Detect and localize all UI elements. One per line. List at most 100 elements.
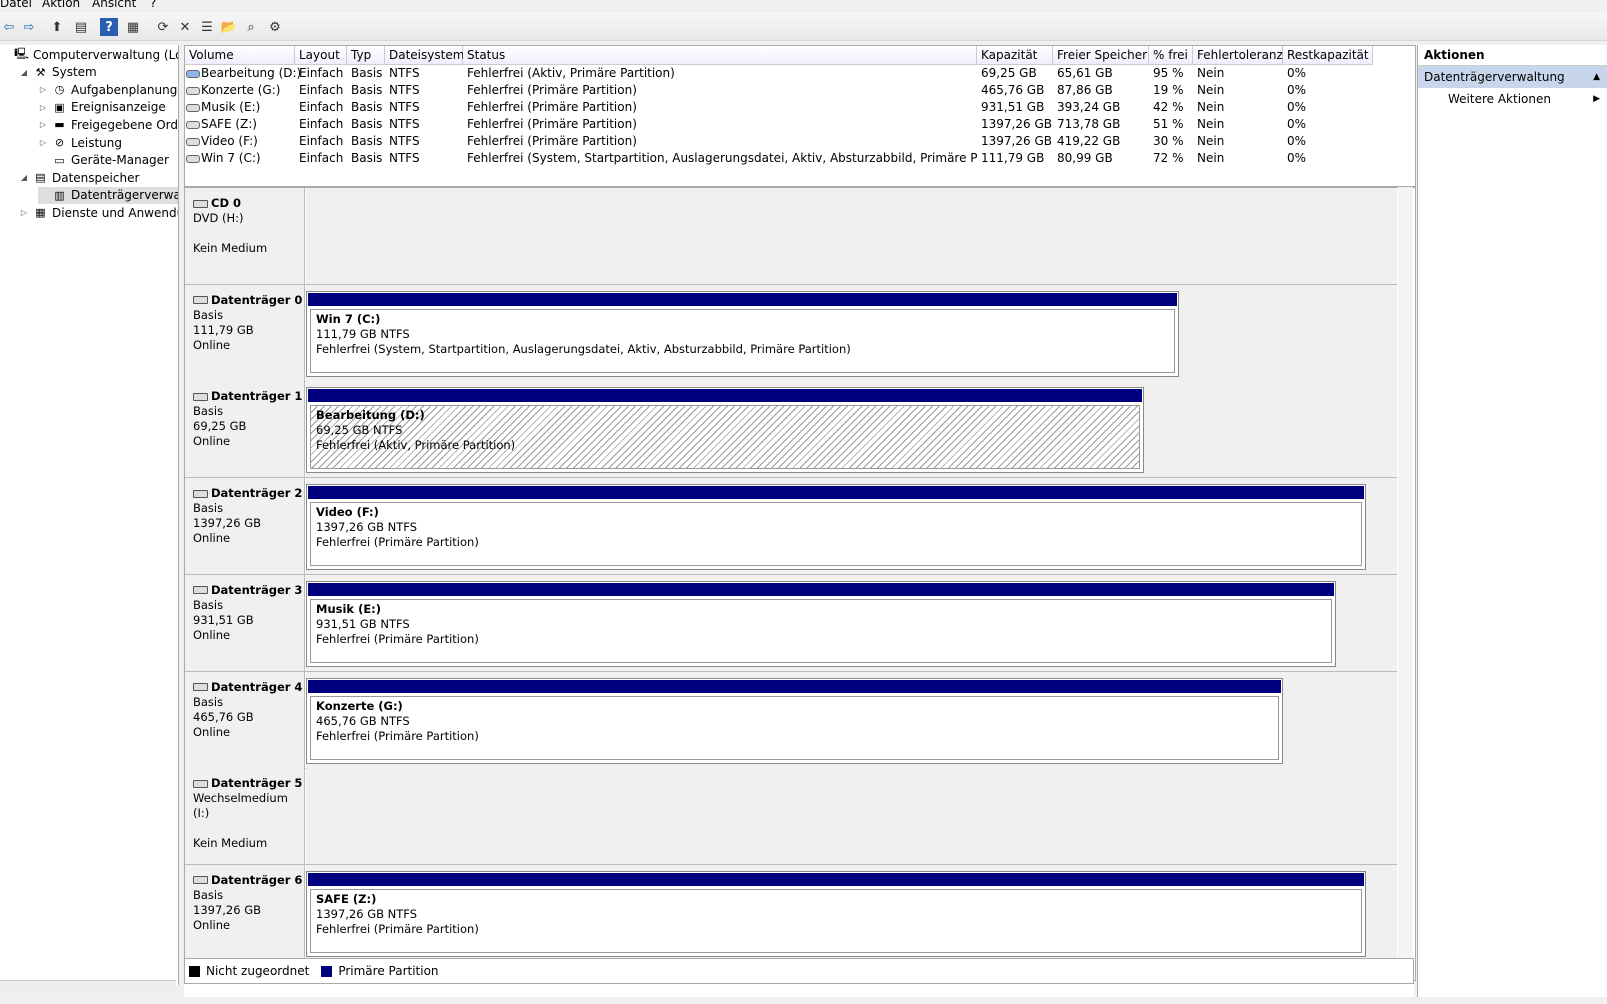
disk-row[interactable]: Datenträger 5 Wechselmedium (I:) Kein Medi… bbox=[185, 768, 1397, 866]
disk-info-line1: Basis bbox=[193, 597, 224, 612]
column-header-4[interactable]: Status bbox=[463, 46, 977, 65]
tree-item-0[interactable]: 🖳 Computerverwaltung (Lokal) bbox=[0, 46, 178, 63]
table-row[interactable]: SAFE (Z:) Einfach Basis NTFS Fehlerfrei (Pri… bbox=[185, 117, 1415, 134]
disk-row[interactable]: Datenträger 2 Basis 1397,26 GB Online Video … bbox=[185, 478, 1397, 576]
tree-item-9[interactable]: ▷ ▦ Dienste und Anwendunge bbox=[19, 204, 178, 221]
table-cell: Einfach bbox=[299, 100, 347, 114]
partition-details: Bearbeitung (D:) 69,25 GB NTFS Fehlerfrei … bbox=[310, 405, 1140, 470]
legend-primary-label: Primäre Partition bbox=[338, 964, 439, 978]
table-cell: 95 % bbox=[1153, 66, 1193, 80]
disk-label[interactable]: Datenträger 6 Basis 1397,26 GB Online bbox=[185, 864, 305, 961]
search-icon[interactable]: ⌕ bbox=[242, 18, 260, 36]
expander-icon[interactable]: ▷ bbox=[38, 85, 48, 94]
tree-item-2[interactable]: ▷ ◷ Aufgabenplanung bbox=[38, 81, 177, 98]
refresh-icon[interactable]: ⟳ bbox=[154, 18, 172, 36]
partition-block[interactable]: Bearbeitung (D:) 69,25 GB NTFS Fehlerfrei … bbox=[306, 387, 1144, 474]
column-header-0[interactable]: Volume bbox=[185, 46, 295, 65]
tree-item-3[interactable]: ▷ ▣ Ereignisanzeige bbox=[38, 99, 166, 116]
column-header-8[interactable]: Fehlertoleranz bbox=[1193, 46, 1283, 65]
menu-0[interactable]: Datei bbox=[0, 0, 32, 10]
drive-icon bbox=[186, 87, 200, 95]
drive-icon bbox=[186, 138, 200, 146]
table-cell: Basis bbox=[351, 100, 385, 114]
disk-row[interactable]: Datenträger 1 Basis 69,25 GB Online Bearbeit… bbox=[185, 381, 1397, 479]
up-icon[interactable]: ⬆ bbox=[48, 18, 66, 36]
cell-text: 30 % bbox=[1153, 134, 1184, 148]
disk-label[interactable]: CD 0 DVD (H:) Kein Medium bbox=[185, 188, 305, 284]
disk-label[interactable]: Datenträger 5 Wechselmedium (I:) Kein Medi… bbox=[185, 768, 305, 865]
expander-icon[interactable]: ▷ bbox=[38, 120, 48, 129]
column-header-1[interactable]: Layout bbox=[295, 46, 347, 65]
tree-item-4[interactable]: ▷ ▬ Freigegebene Ordner bbox=[38, 116, 178, 133]
cell-text: Nein bbox=[1197, 117, 1225, 131]
tree-item-7[interactable]: ◢ ▤ Datenspeicher bbox=[19, 169, 139, 186]
column-header-6[interactable]: Freier Speicher bbox=[1053, 46, 1149, 65]
disk-view-scrollbar[interactable] bbox=[1398, 187, 1413, 979]
tree-item-1[interactable]: ◢ ⚒ System bbox=[19, 64, 97, 81]
cell-text: 1397,26 GB bbox=[981, 134, 1052, 148]
table-cell: 0% bbox=[1287, 66, 1373, 80]
settings-icon[interactable]: ⚙ bbox=[266, 18, 284, 36]
menu-1[interactable]: Aktion bbox=[42, 0, 80, 10]
delete-icon[interactable]: ✕ bbox=[176, 18, 194, 36]
partition-block[interactable]: Win 7 (C:) 111,79 GB NTFS Fehlerfrei (Syst… bbox=[306, 290, 1179, 377]
tree-icon[interactable]: ▤ bbox=[72, 18, 90, 36]
disk-row[interactable]: Datenträger 0 Basis 111,79 GB Online Win 7 (… bbox=[185, 284, 1397, 382]
expander-icon[interactable]: ◢ bbox=[19, 68, 29, 77]
column-header-9[interactable]: Restkapazität bbox=[1283, 46, 1373, 65]
table-row[interactable]: Win 7 (C:) Einfach Basis NTFS Fehlerfrei (Sy… bbox=[185, 151, 1415, 168]
disk-row[interactable]: Datenträger 4 Basis 465,76 GB Online Konzert… bbox=[185, 671, 1397, 769]
column-header-7[interactable]: % frei bbox=[1149, 46, 1193, 65]
disk-row[interactable]: Datenträger 3 Basis 931,51 GB Online Musik (… bbox=[185, 574, 1397, 672]
back-icon[interactable]: ⇦ bbox=[0, 18, 18, 36]
disk-info-line3: Online bbox=[193, 434, 231, 449]
properties-icon[interactable]: ☰ bbox=[198, 18, 216, 36]
table-cell: 465,76 GB bbox=[981, 83, 1053, 97]
tree-item-label: Geräte-Manager bbox=[71, 153, 169, 168]
open-icon[interactable]: 📂 bbox=[220, 18, 238, 36]
disk-row[interactable]: Datenträger 6 Basis 1397,26 GB Online SAFE (… bbox=[185, 864, 1397, 962]
more-actions-item[interactable]: Weitere Aktionen ▶ bbox=[1418, 88, 1607, 110]
partition-block[interactable]: Konzerte (G:) 465,76 GB NTFS Fehlerfrei (P… bbox=[306, 677, 1283, 764]
partition-block[interactable]: Musik (E:) 931,51 GB NTFS Fehlerfrei (Prim… bbox=[306, 580, 1336, 667]
table-cell: Nein bbox=[1197, 83, 1283, 97]
tree-horizontal-scrollbar[interactable] bbox=[0, 980, 176, 996]
partition-status: Fehlerfrei (Primäre Partition) bbox=[316, 921, 479, 936]
expander-icon[interactable]: ▷ bbox=[38, 138, 48, 147]
cell-text: 65,61 GB bbox=[1057, 66, 1113, 80]
column-header-5[interactable]: Kapazität bbox=[977, 46, 1053, 65]
panel-icon[interactable]: ▦ bbox=[124, 18, 142, 36]
disk-label[interactable]: Datenträger 0 Basis 111,79 GB Online bbox=[185, 284, 305, 381]
disk-label[interactable]: Datenträger 4 Basis 465,76 GB Online bbox=[185, 671, 305, 768]
expander-icon[interactable]: ▷ bbox=[19, 208, 29, 217]
disk-row[interactable]: CD 0 DVD (H:) Kein Medium bbox=[185, 188, 1397, 285]
forward-icon[interactable]: ⇨ bbox=[20, 18, 38, 36]
partition-block[interactable]: Video (F:) 1397,26 GB NTFS Fehlerfrei (Pri… bbox=[306, 484, 1366, 571]
partition-title: SAFE (Z:) bbox=[316, 891, 377, 906]
expander-icon[interactable]: ▷ bbox=[38, 103, 48, 112]
actions-section-disk-management[interactable]: Datenträgerverwaltung ▲ bbox=[1418, 66, 1607, 88]
table-row[interactable]: Bearbeitung (D:) Einfach Basis NTFS Fehlerfr… bbox=[185, 66, 1415, 83]
tree-item-8[interactable]: ▥ Datenträgerverwaltun bbox=[38, 186, 178, 204]
partition-size: 465,76 GB NTFS bbox=[316, 713, 410, 728]
tree-item-5[interactable]: ▷ ⊘ Leistung bbox=[38, 134, 122, 151]
partition-title: Win 7 (C:) bbox=[316, 311, 381, 326]
tree-item-6[interactable]: ▭ Geräte-Manager bbox=[38, 152, 169, 169]
disk-label[interactable]: Datenträger 3 Basis 931,51 GB Online bbox=[185, 574, 305, 671]
table-cell: 931,51 GB bbox=[981, 100, 1053, 114]
table-row[interactable]: Video (F:) Einfach Basis NTFS Fehlerfrei (Pr… bbox=[185, 134, 1415, 151]
partition-block[interactable]: SAFE (Z:) 1397,26 GB NTFS Fehlerfrei (Prim… bbox=[306, 870, 1366, 957]
menu-3[interactable]: ? bbox=[150, 0, 156, 10]
table-row[interactable]: Konzerte (G:) Einfach Basis NTFS Fehlerfrei … bbox=[185, 83, 1415, 100]
help-icon[interactable]: ? bbox=[100, 18, 118, 36]
expander-icon[interactable]: ◢ bbox=[19, 173, 29, 182]
disk-info-line3: Online bbox=[193, 627, 231, 642]
table-row[interactable]: Musik (E:) Einfach Basis NTFS Fehlerfrei (Pr… bbox=[185, 100, 1415, 117]
column-header-3[interactable]: Dateisystem bbox=[385, 46, 464, 65]
menu-2[interactable]: Ansicht bbox=[92, 0, 136, 10]
disk-label[interactable]: Datenträger 1 Basis 69,25 GB Online bbox=[185, 381, 305, 478]
disk-label[interactable]: Datenträger 2 Basis 1397,26 GB Online bbox=[185, 478, 305, 575]
collapse-icon[interactable]: ▲ bbox=[1593, 66, 1600, 88]
legend-unallocated-label: Nicht zugeordnet bbox=[206, 964, 310, 978]
column-header-2[interactable]: Typ bbox=[347, 46, 385, 65]
